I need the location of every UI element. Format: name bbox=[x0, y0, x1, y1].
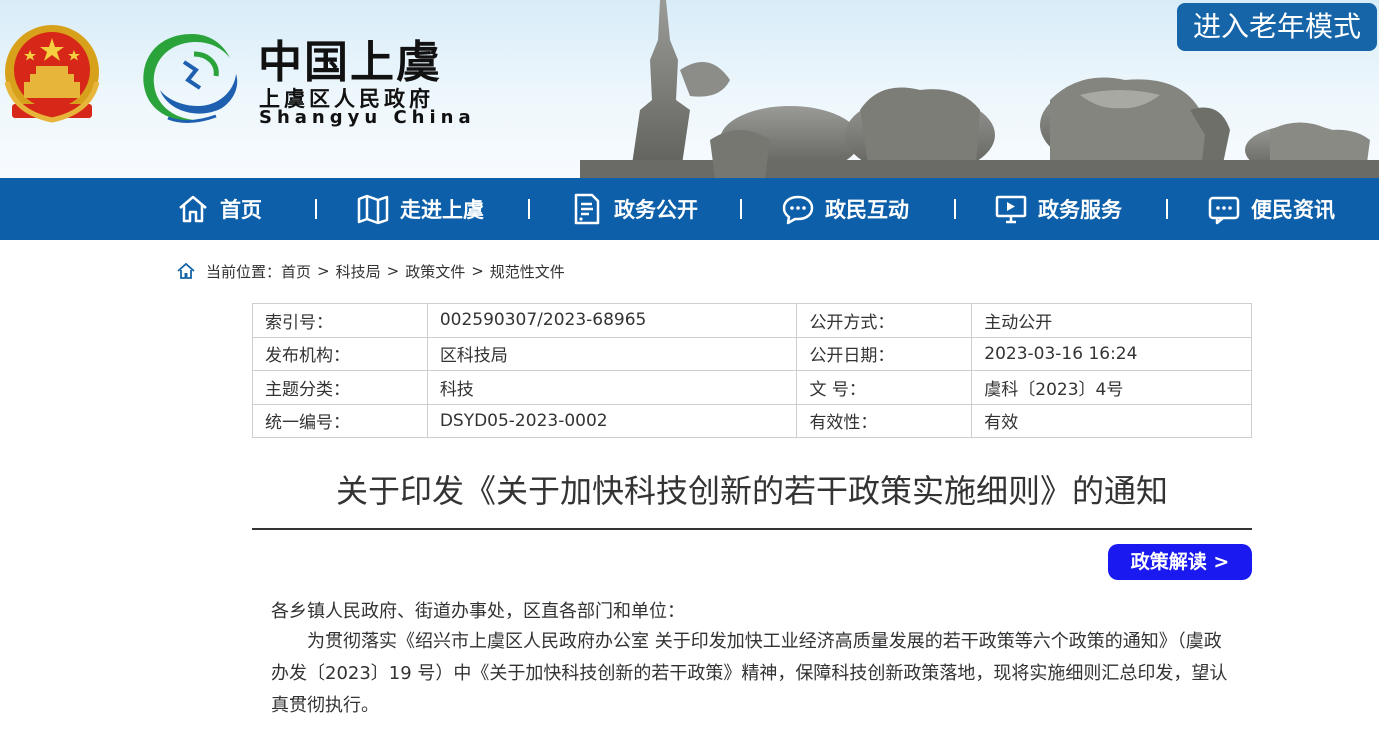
meta-key: 文 号： bbox=[796, 370, 973, 405]
nav-item-services[interactable]: 政务服务 bbox=[994, 178, 1122, 240]
meta-key: 主题分类： bbox=[252, 370, 428, 405]
meta-key: 公开日期： bbox=[796, 336, 973, 371]
nav-item-label: 政务服务 bbox=[1038, 198, 1122, 222]
meta-value: 2023-03-16 16:24 bbox=[971, 336, 1252, 371]
table-row: 索引号： 002590307/2023-68965 公开方式： 主动公开 bbox=[252, 303, 1252, 338]
breadcrumb-link-normative[interactable]: 规范性文件 bbox=[490, 261, 565, 282]
table-row: 统一编号： DSYD05-2023-0002 有效性： 有效 bbox=[252, 403, 1252, 438]
nav-separator bbox=[528, 199, 530, 219]
site-logo-english: Shangyu China bbox=[259, 107, 476, 128]
meta-key: 有效性： bbox=[796, 403, 973, 438]
nav-item-label: 政民互动 bbox=[825, 198, 909, 222]
document-icon bbox=[574, 193, 600, 225]
meta-key: 索引号： bbox=[252, 303, 428, 338]
nav-separator bbox=[954, 199, 956, 219]
elder-mode-button[interactable]: 进入老年模式 bbox=[1177, 3, 1377, 51]
breadcrumb-link-policy[interactable]: 政策文件 bbox=[405, 261, 465, 282]
breadcrumb-prefix: 当前位置： bbox=[206, 262, 282, 281]
breadcrumb-link-home[interactable]: 首页 bbox=[281, 261, 311, 282]
chat-icon bbox=[782, 195, 814, 225]
nav-item-home[interactable]: 首页 bbox=[176, 178, 262, 240]
title-divider bbox=[252, 528, 1252, 530]
meta-value: 主动公开 bbox=[971, 303, 1252, 338]
home-icon bbox=[177, 262, 195, 279]
nav-item-label: 走进上虞 bbox=[400, 198, 484, 222]
breadcrumb-separator: > bbox=[317, 262, 330, 280]
policy-interpretation-button[interactable]: 政策解读 > bbox=[1108, 544, 1252, 580]
map-icon bbox=[357, 194, 389, 225]
header-banner: 中国上虞 上虞区人民政府 Shangyu China 进入老年模式 bbox=[0, 0, 1379, 178]
nav-separator bbox=[1166, 199, 1168, 219]
document-salutation: 各乡镇人民政府、街道办事处，区直各部门和单位： bbox=[271, 601, 685, 622]
nav-separator bbox=[315, 199, 317, 219]
document-title: 关于印发《关于加快科技创新的若干政策实施细则》的通知 bbox=[335, 472, 1168, 510]
meta-value: DSYD05-2023-0002 bbox=[426, 403, 798, 438]
breadcrumb-link-bureau[interactable]: 科技局 bbox=[336, 261, 381, 282]
meta-key: 公开方式： bbox=[796, 303, 973, 338]
breadcrumb-separator: > bbox=[471, 262, 484, 280]
meta-value: 科技 bbox=[426, 370, 798, 405]
nav-item-interaction[interactable]: 政民互动 bbox=[781, 178, 909, 240]
nav-item-gov-info[interactable]: 政务公开 bbox=[570, 178, 698, 240]
meta-value: 区科技局 bbox=[426, 336, 798, 371]
nav-item-news[interactable]: 便民资讯 bbox=[1207, 178, 1335, 240]
site-logo-title: 中国上虞 bbox=[258, 37, 442, 88]
document-paragraph: 为贯彻落实《绍兴市上虞区人民政府办公室 关于印发加快工业经济高质量发展的若干政策… bbox=[271, 631, 1228, 716]
nav-separator bbox=[740, 199, 742, 219]
breadcrumb-separator: > bbox=[386, 262, 400, 280]
message-icon bbox=[1208, 196, 1240, 225]
nav-item-label: 首页 bbox=[220, 198, 262, 222]
monitor-icon bbox=[995, 195, 1027, 224]
table-row: 主题分类： 科技 文 号： 虞科〔2023〕4号 bbox=[252, 370, 1252, 405]
nav-item-label: 政务公开 bbox=[614, 198, 698, 222]
home-icon bbox=[179, 195, 207, 223]
meta-key: 统一编号： bbox=[252, 403, 428, 438]
document-meta-table: 索引号： 002590307/2023-68965 公开方式： 主动公开 发布机… bbox=[252, 303, 1252, 438]
breadcrumb: 当前位置： 首页 > 科技局 > 政策文件 > 规范性文件 bbox=[176, 260, 565, 282]
nav-item-label: 便民资讯 bbox=[1251, 198, 1335, 222]
meta-value: 有效 bbox=[971, 403, 1252, 438]
national-emblem-icon bbox=[4, 25, 100, 123]
meta-value: 虞科〔2023〕4号 bbox=[971, 370, 1252, 405]
shangyu-logo-icon bbox=[143, 34, 238, 123]
meta-value: 002590307/2023-68965 bbox=[426, 303, 798, 338]
meta-key: 发布机构： bbox=[252, 336, 428, 371]
nav-item-about[interactable]: 走进上虞 bbox=[356, 178, 484, 240]
table-row: 发布机构： 区科技局 公开日期： 2023-03-16 16:24 bbox=[252, 336, 1252, 371]
